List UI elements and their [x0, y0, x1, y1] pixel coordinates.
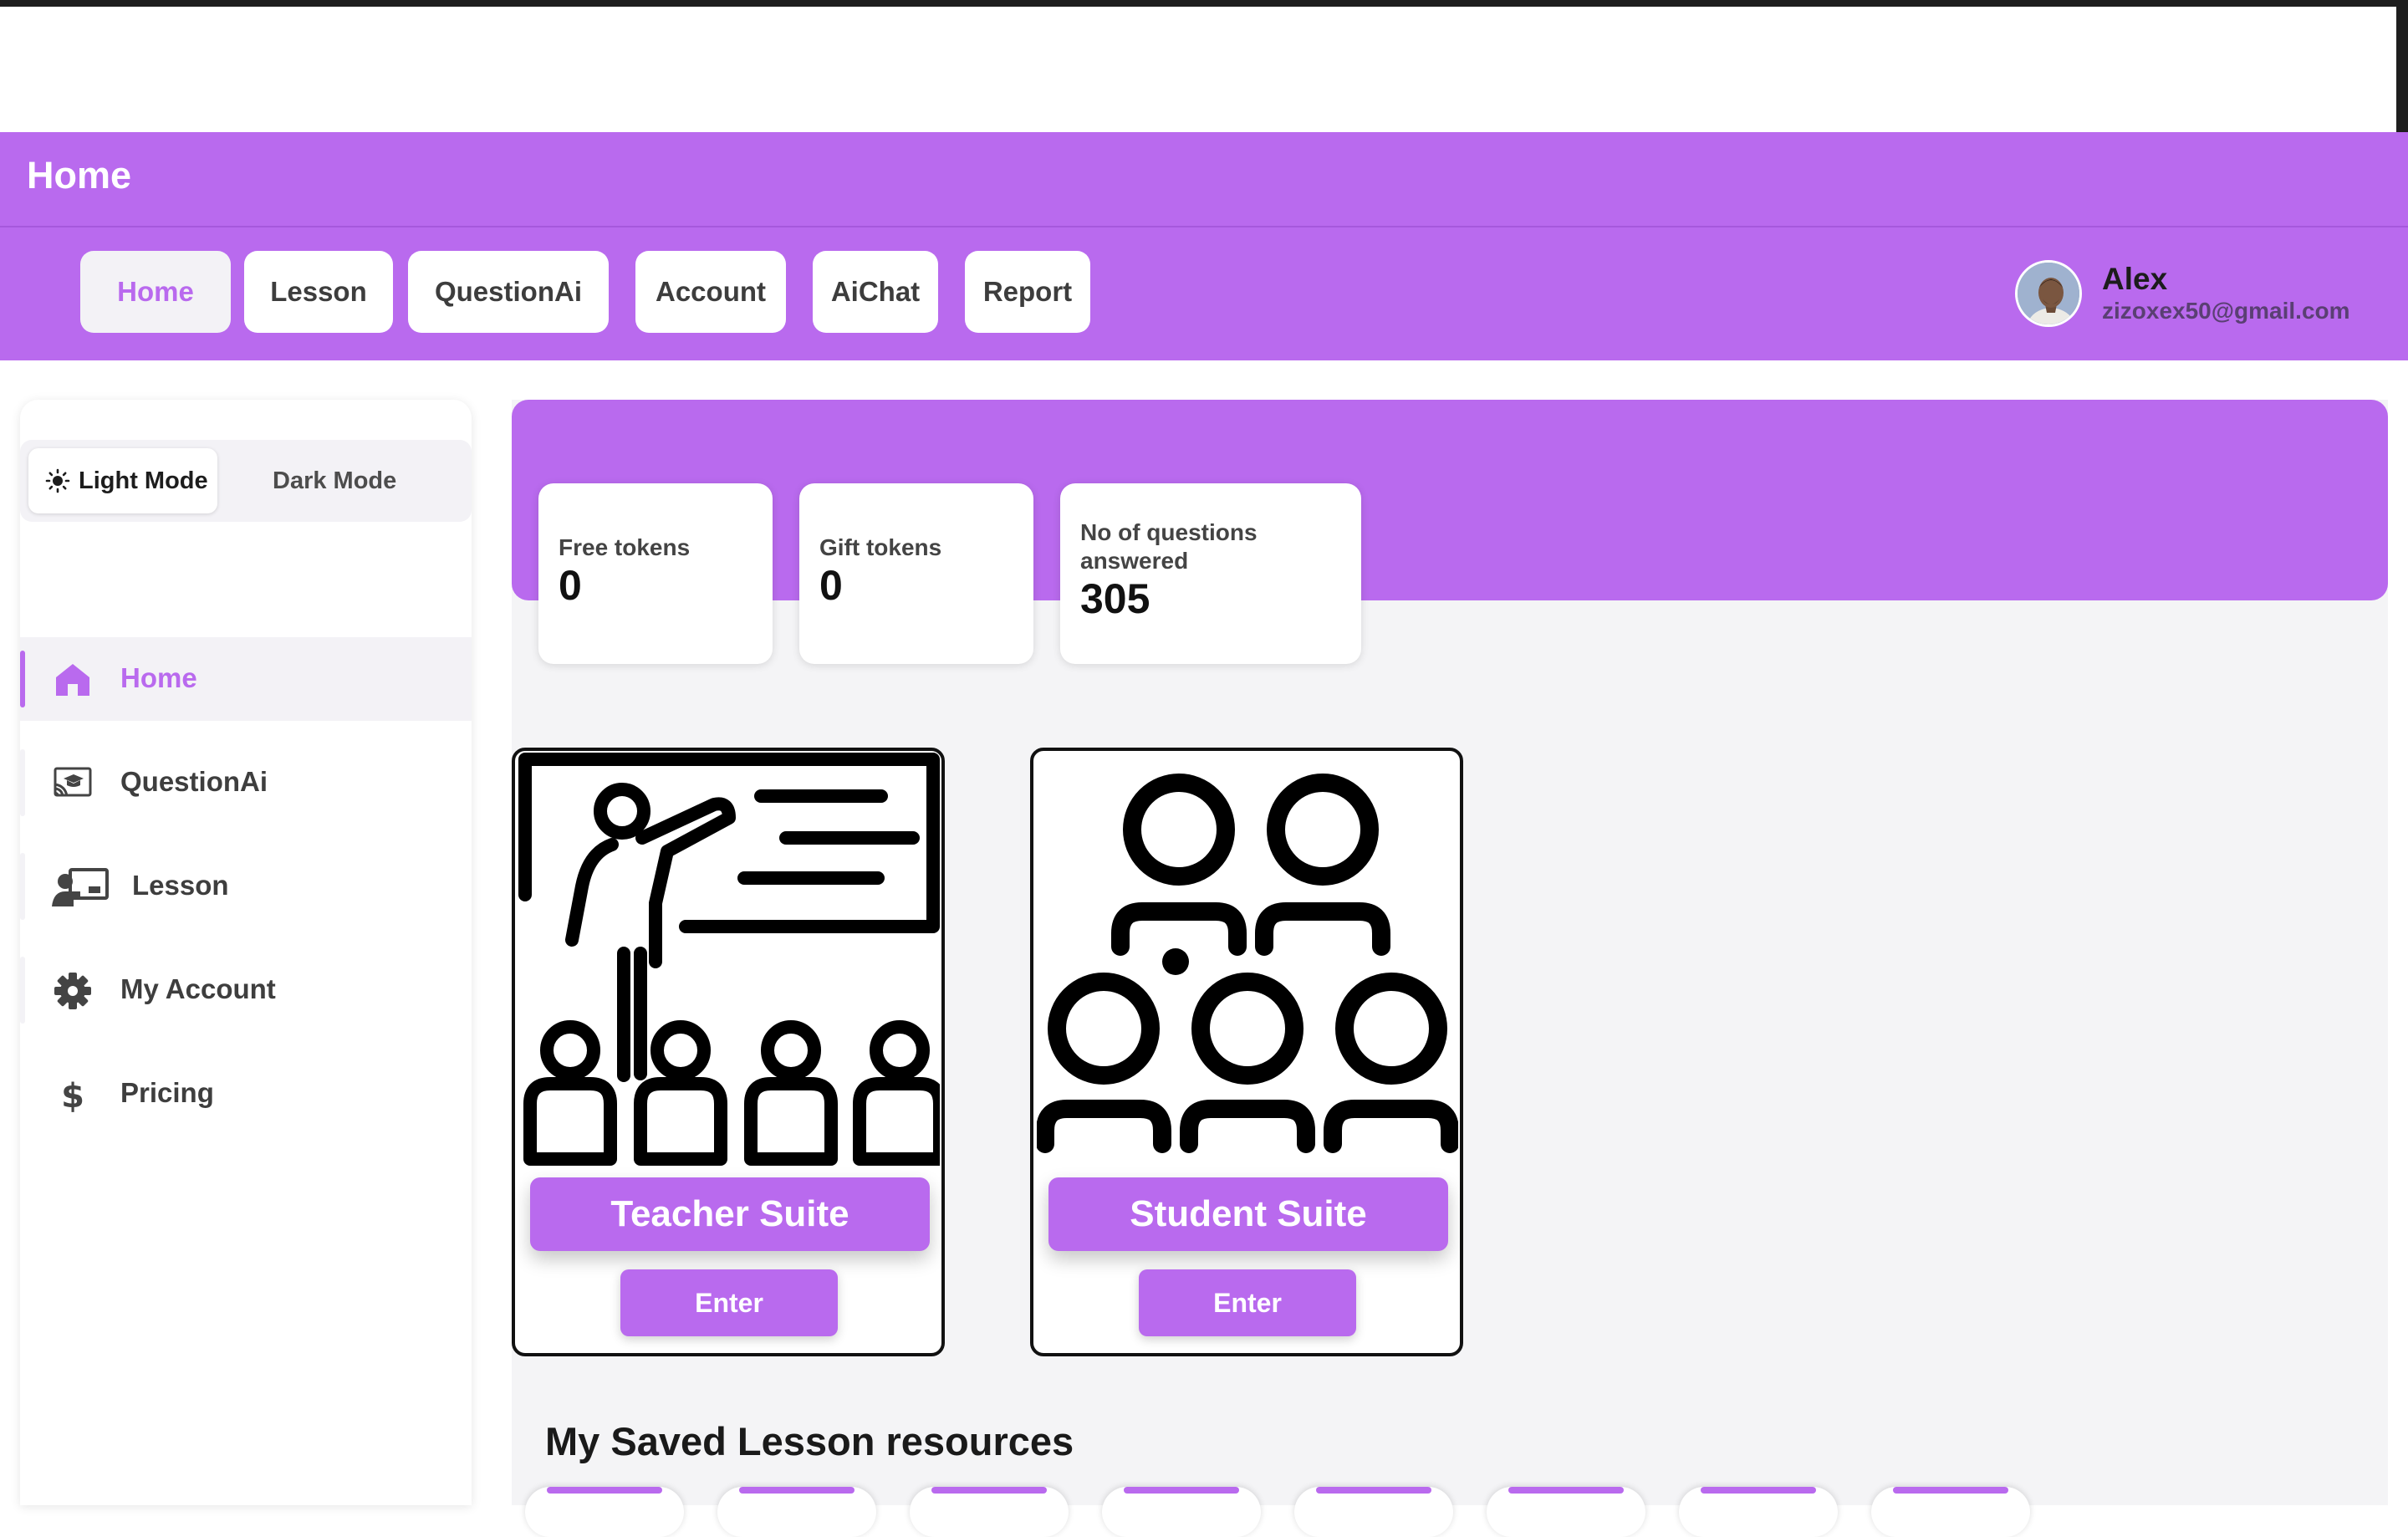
student-suite-card: Student Suite Enter: [1030, 748, 1463, 1356]
dark-mode-button[interactable]: Dark Mode: [239, 448, 396, 513]
dark-mode-label: Dark Mode: [273, 467, 397, 494]
students-group-icon: [1037, 774, 1458, 1153]
sidebar-item-label: Home: [120, 662, 197, 693]
sidebar-item-my-account[interactable]: My Account: [20, 948, 472, 1032]
saved-resource-card[interactable]: [1102, 1487, 1261, 1537]
sidebar-item-label: Lesson: [132, 870, 229, 901]
saved-resource-card[interactable]: [910, 1487, 1069, 1537]
stat-label: Free tokens: [559, 534, 691, 560]
student-enter-button[interactable]: Enter: [1139, 1269, 1356, 1336]
user-name: Alex: [2102, 262, 2168, 296]
teacher-suite-card: Teacher Suite Enter: [512, 748, 945, 1356]
saved-resource-card[interactable]: [717, 1487, 876, 1537]
nav-questionai-button[interactable]: QuestionAi: [408, 251, 609, 333]
theme-toggle: Light Mode Dark Mode: [20, 440, 472, 522]
questions-answered-card: No of questions answered 305: [1060, 483, 1361, 664]
student-suite-title: Student Suite: [1048, 1177, 1448, 1251]
window-top-border: [0, 0, 2408, 7]
sidebar-item-questionai[interactable]: QuestionAi: [20, 741, 472, 825]
sidebar-item-lesson[interactable]: Lesson: [20, 845, 472, 928]
gear-icon: [54, 973, 91, 1009]
stat-value: 0: [559, 562, 582, 609]
light-mode-button[interactable]: Light Mode: [28, 448, 217, 513]
saved-resource-card[interactable]: [1294, 1487, 1453, 1537]
sidebar-item-label: QuestionAi: [120, 766, 268, 797]
stat-label: No of questions answered: [1080, 519, 1258, 574]
classroom-icon: [54, 767, 92, 797]
sidebar-item-label: My Account: [120, 973, 276, 1004]
sidebar-item-indicator: [20, 853, 25, 920]
moon-icon: [245, 471, 255, 491]
svg-text:$: $: [61, 1077, 84, 1116]
sidebar-item-label: Pricing: [120, 1077, 214, 1108]
saved-resource-card[interactable]: [1487, 1487, 1645, 1537]
light-mode-label: Light Mode: [79, 467, 208, 494]
page-title: Home: [27, 154, 132, 197]
sidebar-item-indicator: [20, 957, 25, 1024]
header-divider: [0, 226, 2408, 227]
sidebar-item-indicator: [20, 749, 25, 816]
window-right-border: [2396, 0, 2408, 134]
teacher-classroom-icon: [518, 753, 940, 1166]
teacher-enter-button[interactable]: Enter: [620, 1269, 838, 1336]
sidebar-item-pricing[interactable]: $ Pricing: [20, 1052, 472, 1136]
nav-home-button[interactable]: Home: [80, 251, 231, 333]
sidebar: Light Mode Dark Mode Home QuestionAi Les…: [20, 400, 472, 1505]
sun-icon: [45, 468, 70, 493]
nav-aichat-button[interactable]: AiChat: [813, 251, 938, 333]
avatar-portrait-icon: [2018, 263, 2079, 324]
teacher-suite-title: Teacher Suite: [530, 1177, 930, 1251]
user-email: zizoxex50@gmail.com: [2102, 298, 2350, 324]
sidebar-item-home[interactable]: Home: [20, 637, 472, 721]
saved-resource-card[interactable]: [1871, 1487, 2030, 1537]
saved-resources-heading: My Saved Lesson resources: [545, 1419, 1074, 1463]
user-profile[interactable]: Alex zizoxex50@gmail.com: [2015, 256, 2350, 331]
avatar[interactable]: [2015, 260, 2082, 327]
sidebar-item-indicator: [20, 651, 25, 707]
home-icon: [56, 664, 89, 696]
nav-account-button[interactable]: Account: [635, 251, 786, 333]
saved-resource-card[interactable]: [525, 1487, 684, 1537]
stat-label: Gift tokens: [819, 534, 942, 560]
free-tokens-card: Free tokens 0: [538, 483, 773, 664]
stats-banner: [512, 400, 2388, 600]
dollar-icon: $: [61, 1077, 84, 1116]
lesson-icon: [52, 868, 109, 906]
saved-resource-card[interactable]: [1679, 1487, 1838, 1537]
stat-value: 0: [819, 562, 843, 609]
nav-lesson-button[interactable]: Lesson: [244, 251, 393, 333]
gift-tokens-card: Gift tokens 0: [799, 483, 1033, 664]
nav-report-button[interactable]: Report: [965, 251, 1090, 333]
stat-value: 305: [1080, 575, 1150, 622]
